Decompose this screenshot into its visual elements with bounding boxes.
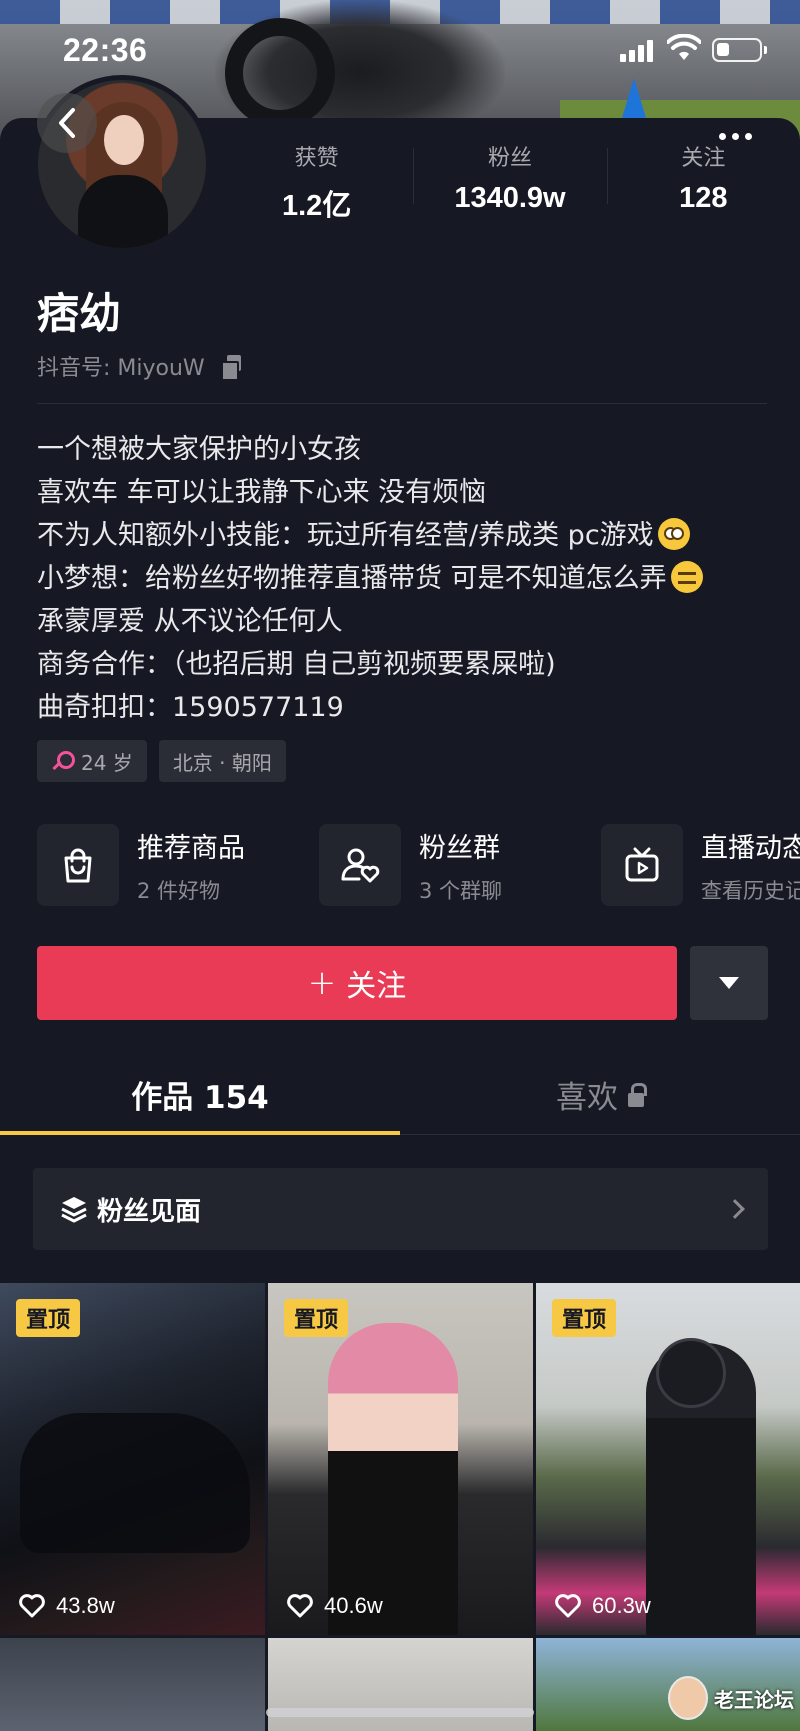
stat-label: 粉丝 <box>487 146 532 171</box>
cellular-signal-icon <box>620 38 656 62</box>
back-button[interactable] <box>37 93 97 153</box>
video-likes-count: 60.3w <box>592 1593 651 1618</box>
chevron-left-icon <box>59 108 75 138</box>
expressionless-emoji-icon <box>670 561 703 593</box>
video-thumbnail[interactable] <box>268 1638 533 1731</box>
douyin-id-text: 抖音号: MiyouW <box>37 356 205 381</box>
bio-line: 不为人知额外小技能：玩过所有经营/养成类 pc游戏 <box>37 514 777 557</box>
watermark-logo <box>668 1676 708 1720</box>
bio-line: 曲奇扣扣：1590577119 <box>37 692 344 723</box>
stat-followers[interactable]: 粉丝 1340.9w <box>413 140 606 220</box>
video-likes-count: 40.6w <box>324 1593 383 1618</box>
video-thumbnail[interactable] <box>0 1638 265 1731</box>
feature-subtitle: 2 件好物 <box>137 878 221 903</box>
layers-icon <box>61 1197 87 1223</box>
bio-line: 商务合作：（也招后期 自己剪视频要累屎啦) <box>37 649 556 680</box>
watermark: 老王论坛 <box>668 1676 794 1720</box>
caret-down-icon <box>719 977 739 989</box>
bio-line: 小梦想：给粉丝好物推荐直播带货 可是不知道怎么弄 <box>37 557 777 600</box>
tab-works[interactable]: 作品 154 <box>0 1055 400 1135</box>
eye-roll-emoji-icon <box>657 518 690 550</box>
fan-group-icon <box>319 824 401 906</box>
feature-title: 推荐商品 <box>137 832 245 864</box>
feature-title: 直播动态 <box>701 832 800 864</box>
tab-likes[interactable]: 喜欢 <box>400 1055 800 1134</box>
more-options-button[interactable] <box>700 106 770 166</box>
more-dots-icon <box>718 132 726 140</box>
shopping-bag-icon <box>37 824 119 906</box>
pinned-badge: 置顶 <box>16 1299 81 1337</box>
video-thumbnail[interactable]: 置顶 60.3w <box>536 1283 800 1635</box>
bio-line: 承蒙厚爱 从不议论任何人 <box>37 606 343 637</box>
profile-name: 痞幼 <box>37 289 122 338</box>
stat-likes[interactable]: 获赞 1.2亿 <box>220 140 413 222</box>
video-scene-person <box>328 1323 458 1635</box>
heart-icon <box>287 1594 313 1618</box>
feature-live-history[interactable]: 直播动态 查看历史记 <box>601 823 800 907</box>
feature-recommended-products[interactable]: 推荐商品 2 件好物 <box>37 823 319 907</box>
lock-icon <box>628 1082 647 1107</box>
chevron-right-icon <box>725 1199 745 1219</box>
stat-label: 获赞 <box>294 146 339 171</box>
stat-value: 1.2亿 <box>282 190 352 222</box>
profile-tags: 24 岁 北京 · 朝阳 <box>37 740 286 782</box>
follow-button[interactable]: + 关注 <box>37 946 677 1020</box>
follow-label: 关注 <box>346 969 407 1004</box>
status-time: 22:36 <box>63 32 148 68</box>
video-thumbnail[interactable]: 置顶 43.8w <box>0 1283 265 1635</box>
bio-line: 一个想被大家保护的小女孩 <box>37 434 361 465</box>
pinned-badge: 置顶 <box>552 1299 617 1337</box>
tab-works-label: 作品 154 <box>131 1080 269 1116</box>
wifi-icon <box>667 34 701 60</box>
fans-meet-label: 粉丝见面 <box>97 1196 202 1227</box>
feature-title: 粉丝群 <box>419 832 500 864</box>
age-tag: 24 岁 <box>37 740 147 782</box>
video-likes-count: 43.8w <box>56 1593 115 1618</box>
live-tv-icon <box>601 824 683 906</box>
recommend-dropdown-button[interactable] <box>690 946 768 1020</box>
home-indicator[interactable] <box>266 1708 534 1717</box>
female-icon <box>51 750 75 772</box>
video-thumbnail[interactable]: 置顶 40.6w <box>268 1283 533 1635</box>
divider <box>37 403 767 404</box>
video-likes: 60.3w <box>554 1593 651 1619</box>
heart-icon <box>555 1594 581 1618</box>
profile-bio: 一个想被大家保护的小女孩 喜欢车 车可以让我静下心来 没有烦恼 不为人知额外小技… <box>37 428 777 729</box>
content-tabs: 作品 154 喜欢 <box>0 1055 800 1135</box>
tab-likes-label: 喜欢 <box>556 1080 618 1116</box>
feature-subtitle: 查看历史记 <box>701 878 800 903</box>
watermark-text: 老王论坛 <box>714 1687 794 1712</box>
heart-icon <box>19 1594 45 1618</box>
feature-fan-group[interactable]: 粉丝群 3 个群聊 <box>319 823 601 907</box>
video-likes: 40.6w <box>286 1593 383 1619</box>
video-likes: 43.8w <box>18 1593 115 1619</box>
bio-line: 喜欢车 车可以让我静下心来 没有烦恼 <box>37 477 487 508</box>
plus-icon: + <box>307 963 337 1003</box>
stat-value: 1340.9w <box>454 182 566 214</box>
video-scene-car <box>20 1413 250 1553</box>
copy-icon[interactable] <box>220 355 243 381</box>
fans-meet-entry[interactable]: 粉丝见面 <box>33 1168 768 1250</box>
battery-icon <box>712 38 767 62</box>
stat-value: 128 <box>679 182 728 214</box>
helmet-shape <box>656 1338 726 1408</box>
feature-shortcuts: 推荐商品 2 件好物 粉丝群 3 个群聊 直播动态 查看历史记 <box>37 823 800 907</box>
video-grid: 置顶 43.8w 置顶 40.6w 置顶 60.3w <box>0 1283 800 1731</box>
location-tag: 北京 · 朝阳 <box>158 740 286 782</box>
pinned-badge: 置顶 <box>284 1299 349 1337</box>
douyin-id: 抖音号: MiyouW <box>37 350 243 382</box>
feature-subtitle: 3 个群聊 <box>419 878 503 903</box>
